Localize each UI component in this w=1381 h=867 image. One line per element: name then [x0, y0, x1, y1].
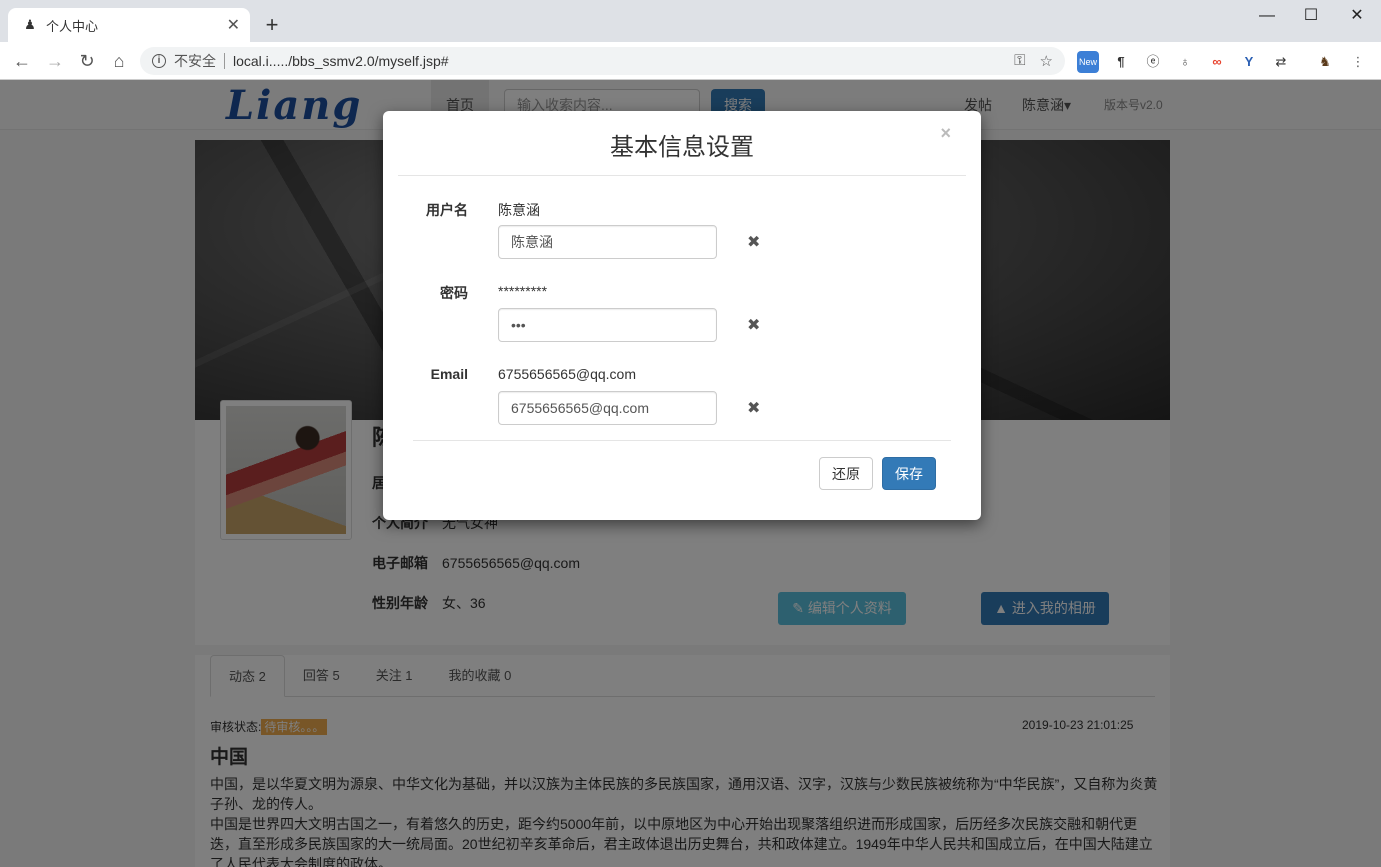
bookmark-star-icon[interactable]: ☆: [1040, 52, 1053, 70]
password-label: 密码: [440, 285, 468, 301]
clear-username-icon[interactable]: ✖: [747, 232, 760, 252]
forward-arrow-icon[interactable]: →: [43, 49, 67, 73]
new-tab-button[interactable]: +: [262, 12, 282, 38]
modal-close-icon[interactable]: ×: [940, 123, 951, 144]
clear-email-icon[interactable]: ✖: [747, 398, 760, 418]
insecure-label: 不安全: [174, 53, 216, 69]
save-button[interactable]: 保存: [882, 457, 936, 490]
email-input[interactable]: [498, 391, 717, 425]
password-current: *********: [498, 283, 548, 299]
home-icon[interactable]: ⌂: [107, 49, 131, 73]
maximize-button[interactable]: ☐: [1288, 4, 1334, 28]
key-icon[interactable]: ⚿: [1014, 52, 1025, 70]
password-input[interactable]: [498, 308, 717, 342]
browser-tab[interactable]: ♟ 个人中心 ✕: [8, 8, 250, 42]
reload-icon[interactable]: ↻: [75, 49, 99, 73]
new-extension-icon[interactable]: New: [1077, 51, 1099, 73]
reset-button[interactable]: 还原: [819, 457, 873, 490]
modal-title: 基本信息设置: [610, 134, 754, 161]
e-extension-icon[interactable]: ⓔ: [1142, 51, 1164, 73]
omnibox-separator: [224, 53, 225, 69]
menu-kebab-icon[interactable]: ⋮: [1347, 51, 1369, 73]
infinity-extension-icon[interactable]: ∞: [1206, 51, 1228, 73]
bulb-extension-icon[interactable]: ♁: [1174, 51, 1196, 73]
username-label: 用户名: [426, 202, 468, 218]
user-favicon-icon: ♟: [24, 17, 36, 32]
email-field-label: Email: [430, 366, 468, 382]
minimize-button[interactable]: —: [1244, 4, 1290, 28]
email-current: 6755656565@qq.com: [498, 366, 636, 382]
tab-title: 个人中心: [46, 18, 99, 34]
back-arrow-icon[interactable]: ←: [10, 49, 34, 73]
window-close-button[interactable]: ✕: [1334, 4, 1380, 28]
url-text[interactable]: local.i...../bbs_ssmv2.0/myself.jsp#: [233, 53, 1014, 69]
username-input[interactable]: [498, 225, 717, 259]
modal-footer-divider: [413, 440, 951, 441]
pilcrow-extension-icon[interactable]: ¶: [1110, 51, 1132, 73]
modal-divider: [398, 175, 966, 176]
username-current: 陈意涵: [498, 202, 540, 218]
translate-extension-icon[interactable]: ⇄: [1270, 51, 1292, 73]
browser-toolbar: ← → ↻ ⌂ i 不安全 local.i...../bbs_ssmv2.0/m…: [0, 42, 1381, 80]
browser-tab-strip: ♟ 个人中心 ✕ + — ☐ ✕: [0, 0, 1381, 42]
tab-close-icon[interactable]: ✕: [227, 15, 240, 35]
y-extension-icon[interactable]: Y: [1238, 51, 1260, 73]
horse-avatar-icon[interactable]: ♞: [1314, 51, 1336, 73]
address-bar[interactable]: i 不安全 local.i...../bbs_ssmv2.0/myself.js…: [140, 47, 1065, 75]
clear-password-icon[interactable]: ✖: [747, 315, 760, 335]
basic-info-modal: 基本信息设置 × 用户名 陈意涵 ✖ 密码 ********* ✖ Email …: [383, 111, 981, 520]
info-icon[interactable]: i: [152, 54, 166, 68]
